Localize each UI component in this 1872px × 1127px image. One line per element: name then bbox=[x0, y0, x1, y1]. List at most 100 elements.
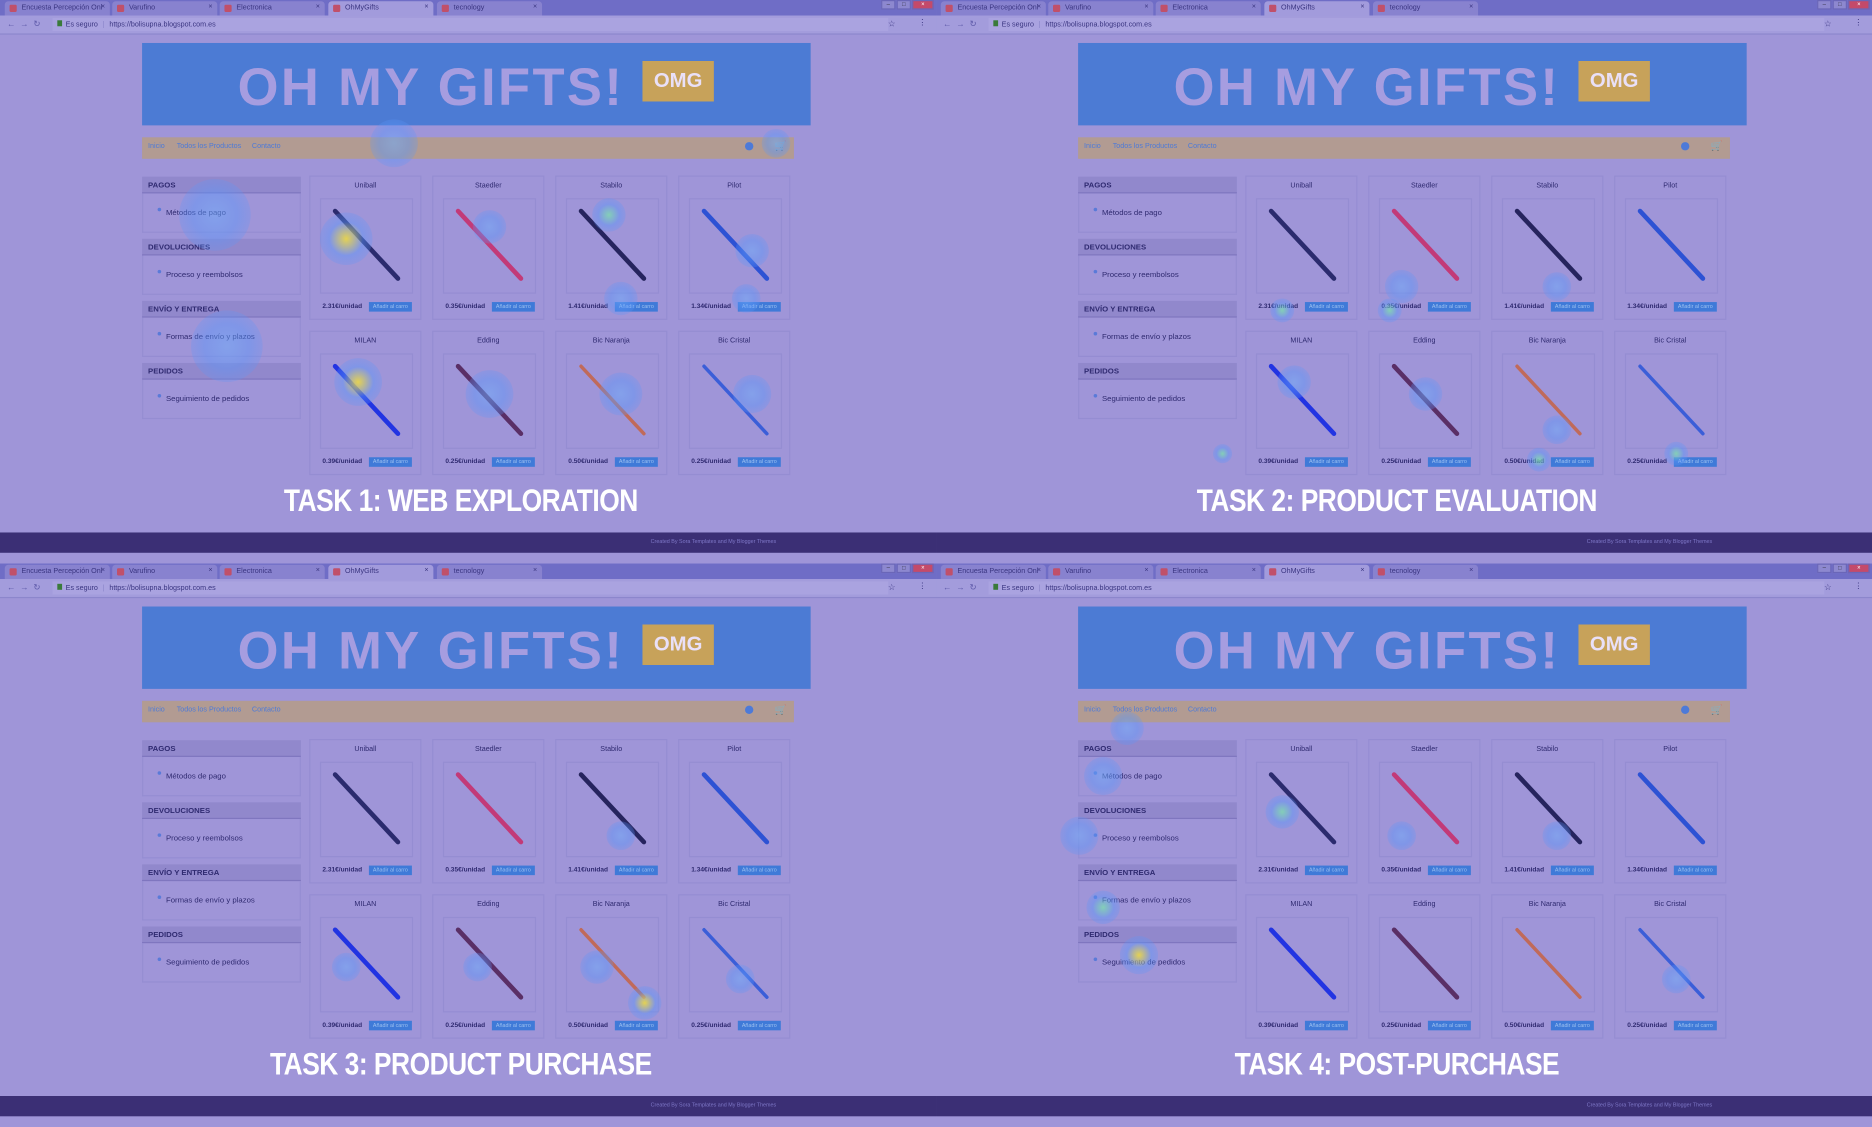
browser-tab[interactable]: tecnology × bbox=[436, 564, 543, 580]
sidebar-link[interactable]: Formas de envío y plazos bbox=[1078, 317, 1237, 357]
browser-tab[interactable]: Varufino × bbox=[1048, 1, 1154, 16]
menu-icon[interactable]: ⋮ bbox=[918, 581, 926, 591]
browser-tab[interactable]: Encuesta Percepción Onl × bbox=[4, 564, 110, 580]
maximize-icon[interactable]: □ bbox=[896, 563, 911, 574]
product-card[interactable]: Pilot 1.34€/unidad Añadir al carro bbox=[1614, 175, 1727, 320]
pen-image[interactable] bbox=[1255, 198, 1350, 294]
product-card[interactable]: Edding 0.25€/unidad Añadir al carro bbox=[1368, 894, 1481, 1039]
add-to-cart-button[interactable]: Añadir al carro bbox=[1304, 1020, 1348, 1031]
nav-link[interactable]: Todos los Productos bbox=[177, 143, 242, 150]
user-icon[interactable] bbox=[744, 142, 754, 151]
product-card[interactable]: Bic Cristal 0.25€/unidad Añadir al carro bbox=[1614, 894, 1727, 1039]
close-window-icon[interactable]: × bbox=[1848, 563, 1870, 574]
pen-image[interactable] bbox=[1255, 916, 1350, 1013]
add-to-cart-button[interactable]: Añadir al carro bbox=[491, 865, 535, 876]
product-card[interactable]: Uniball 2.31€/unidad Añadir al carro bbox=[309, 739, 422, 884]
add-to-cart-button[interactable]: Añadir al carro bbox=[1427, 865, 1471, 876]
product-card[interactable]: Uniball 2.31€/unidad Añadir al carro bbox=[309, 175, 422, 320]
minimize-icon[interactable]: – bbox=[1817, 563, 1832, 574]
add-to-cart-button[interactable]: Añadir al carro bbox=[614, 1020, 658, 1031]
close-window-icon[interactable]: × bbox=[1848, 0, 1870, 10]
product-card[interactable]: Pilot 1.34€/unidad Añadir al carro bbox=[1614, 739, 1727, 884]
url-input[interactable]: Es seguro | https://bolisupna.blogspot.com… bbox=[988, 17, 1825, 32]
close-tab-icon[interactable]: × bbox=[424, 567, 428, 574]
close-tab-icon[interactable]: × bbox=[101, 4, 105, 11]
back-forward-reload-icons[interactable]: ←→↻ bbox=[943, 19, 981, 28]
bookmark-star-icon[interactable]: ☆ bbox=[888, 19, 895, 28]
product-card[interactable]: Staedler 0.35€/unidad Añadir al carro bbox=[1368, 739, 1481, 884]
site-banner[interactable]: OH MY GIFTS! OMG bbox=[142, 42, 811, 126]
add-to-cart-button[interactable]: Añadir al carro bbox=[614, 302, 658, 312]
product-card[interactable]: Bic Naranja 0.50€/unidad Añadir al carro bbox=[555, 330, 668, 476]
add-to-cart-button[interactable]: Añadir al carro bbox=[1673, 865, 1717, 876]
close-tab-icon[interactable]: × bbox=[1360, 4, 1364, 11]
sidebar-link[interactable]: Seguimiento de pedidos bbox=[142, 943, 301, 983]
pen-image[interactable] bbox=[442, 198, 537, 294]
pen-image[interactable] bbox=[565, 353, 660, 449]
cart-icon[interactable]: 🛒 bbox=[1711, 704, 1723, 715]
add-to-cart-button[interactable]: Añadir al carro bbox=[1673, 457, 1717, 467]
close-tab-icon[interactable]: × bbox=[1037, 4, 1041, 11]
add-to-cart-button[interactable]: Añadir al carro bbox=[1673, 302, 1717, 312]
sidebar-link[interactable]: Seguimiento de pedidos bbox=[1078, 943, 1237, 983]
close-tab-icon[interactable]: × bbox=[533, 567, 537, 574]
product-card[interactable]: Bic Naranja 0.50€/unidad Añadir al carro bbox=[1491, 894, 1604, 1039]
pen-image[interactable] bbox=[1255, 761, 1350, 858]
browser-tab[interactable]: Encuesta Percepción Onl × bbox=[940, 1, 1046, 16]
browser-tab[interactable]: Varufino × bbox=[112, 564, 218, 580]
product-card[interactable]: MILAN 0.39€/unidad Añadir al carro bbox=[1245, 330, 1358, 476]
add-to-cart-button[interactable]: Añadir al carro bbox=[368, 865, 412, 876]
url-input[interactable]: Es seguro | https://bolisupna.blogspot.com… bbox=[52, 17, 889, 32]
add-to-cart-button[interactable]: Añadir al carro bbox=[1427, 302, 1471, 312]
add-to-cart-button[interactable]: Añadir al carro bbox=[1427, 1020, 1471, 1031]
close-window-icon[interactable]: × bbox=[912, 563, 934, 574]
close-tab-icon[interactable]: × bbox=[1252, 567, 1256, 574]
add-to-cart-button[interactable]: Añadir al carro bbox=[1550, 1020, 1594, 1031]
nav-link[interactable]: Inicio bbox=[1084, 143, 1101, 150]
pen-image[interactable] bbox=[1378, 198, 1473, 294]
sidebar-link[interactable]: Formas de envío y plazos bbox=[142, 881, 301, 921]
menu-icon[interactable]: ⋮ bbox=[918, 18, 926, 27]
close-tab-icon[interactable]: × bbox=[1469, 4, 1473, 11]
pen-image[interactable] bbox=[319, 761, 414, 858]
add-to-cart-button[interactable]: Añadir al carro bbox=[368, 302, 412, 312]
pen-image[interactable] bbox=[1378, 353, 1473, 449]
url-input[interactable]: Es seguro | https://bolisupna.blogspot.com… bbox=[988, 581, 1825, 595]
product-card[interactable]: Staedler 0.35€/unidad Añadir al carro bbox=[432, 739, 545, 884]
product-card[interactable]: Pilot 1.34€/unidad Añadir al carro bbox=[678, 739, 791, 884]
browser-tab[interactable]: Varufino × bbox=[112, 1, 218, 16]
close-tab-icon[interactable]: × bbox=[1144, 4, 1148, 11]
pen-image[interactable] bbox=[1501, 761, 1596, 858]
sidebar-link[interactable]: Proceso y reembolsos bbox=[142, 819, 301, 859]
add-to-cart-button[interactable]: Añadir al carro bbox=[737, 865, 781, 876]
cart-icon[interactable]: 🛒 bbox=[1711, 141, 1723, 152]
pen-image[interactable] bbox=[319, 916, 414, 1013]
product-card[interactable]: MILAN 0.39€/unidad Añadir al carro bbox=[1245, 894, 1358, 1039]
nav-link[interactable]: Todos los Productos bbox=[1113, 707, 1178, 714]
sidebar-link[interactable]: Métodos de pago bbox=[1078, 756, 1237, 797]
close-tab-icon[interactable]: × bbox=[424, 4, 428, 11]
add-to-cart-button[interactable]: Añadir al carro bbox=[737, 302, 781, 312]
pen-image[interactable] bbox=[565, 916, 660, 1013]
url-input[interactable]: Es seguro | https://bolisupna.blogspot.com… bbox=[52, 581, 889, 595]
add-to-cart-button[interactable]: Añadir al carro bbox=[737, 457, 781, 467]
bookmark-star-icon[interactable]: ☆ bbox=[888, 583, 895, 592]
browser-tab[interactable]: tecnology × bbox=[1372, 564, 1479, 580]
product-card[interactable]: MILAN 0.39€/unidad Añadir al carro bbox=[309, 330, 422, 476]
product-card[interactable]: Bic Cristal 0.25€/unidad Añadir al carro bbox=[678, 894, 791, 1039]
browser-tab[interactable]: tecnology × bbox=[1372, 1, 1479, 16]
minimize-icon[interactable]: – bbox=[1817, 0, 1832, 10]
add-to-cart-button[interactable]: Añadir al carro bbox=[1550, 302, 1594, 312]
sidebar-link[interactable]: Formas de envío y plazos bbox=[1078, 881, 1237, 921]
pen-image[interactable] bbox=[1624, 761, 1719, 858]
browser-tab[interactable]: Varufino × bbox=[1048, 564, 1154, 580]
browser-tab[interactable]: OhMyGifts × bbox=[328, 564, 434, 580]
pen-image[interactable] bbox=[688, 761, 783, 858]
add-to-cart-button[interactable]: Añadir al carro bbox=[1673, 1020, 1717, 1031]
close-tab-icon[interactable]: × bbox=[1037, 567, 1041, 574]
add-to-cart-button[interactable]: Añadir al carro bbox=[491, 1020, 535, 1031]
user-icon[interactable] bbox=[1681, 705, 1690, 714]
product-card[interactable]: Bic Cristal 0.25€/unidad Añadir al carro bbox=[678, 330, 791, 476]
browser-tab[interactable]: Electronica × bbox=[219, 1, 325, 16]
close-tab-icon[interactable]: × bbox=[316, 4, 320, 11]
